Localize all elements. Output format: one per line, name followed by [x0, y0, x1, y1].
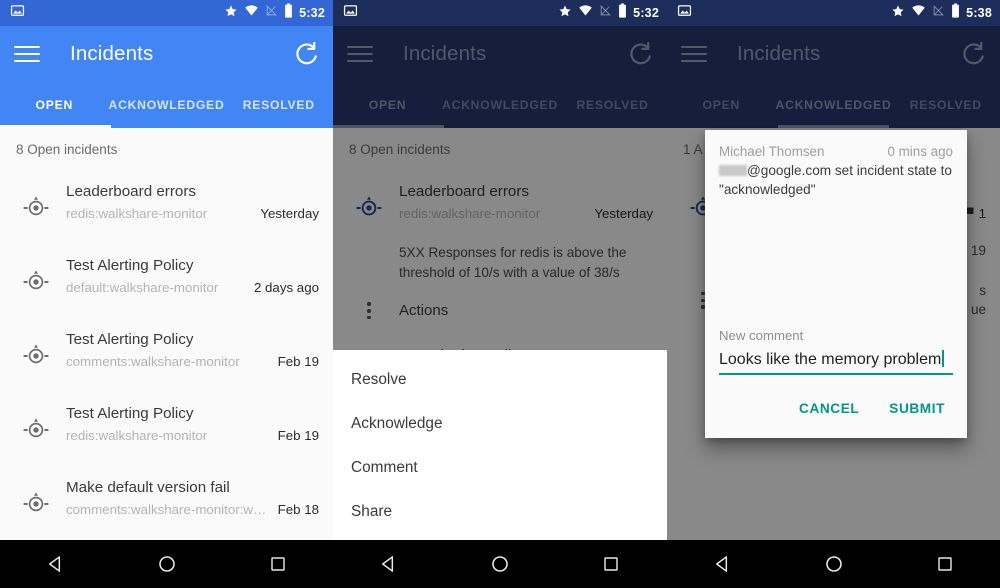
home-circle-icon[interactable]	[146, 543, 188, 585]
hamburger-icon[interactable]	[14, 44, 40, 64]
wifi-icon	[244, 4, 259, 22]
image-icon	[677, 3, 692, 23]
redacted-email-icon	[719, 165, 747, 176]
incident-title: Test Alerting Policy	[66, 405, 194, 422]
android-nav-bar	[333, 540, 667, 588]
clock: 5:38	[966, 5, 992, 20]
android-nav-bar	[0, 540, 333, 588]
incident-resource: redis:walkshare-monitor	[66, 427, 208, 443]
actions-bottom-sheet: Resolve Acknowledge Comment Share	[333, 350, 667, 540]
incident-title: Make default version fail	[66, 479, 230, 496]
new-comment-label: New comment	[719, 328, 804, 343]
incident-resource: redis:walkshare-monitor	[66, 205, 208, 221]
tab-bar: OPEN ACKNOWLEDGED RESOLVED	[0, 82, 333, 128]
incident-title: Test Alerting Policy	[66, 257, 194, 274]
incident-time: Feb 19	[277, 428, 319, 443]
incident-title: Leaderboard errors	[66, 183, 197, 200]
back-triangle-icon[interactable]	[35, 543, 77, 585]
recents-square-icon[interactable]	[257, 543, 299, 585]
back-triangle-icon[interactable]	[368, 543, 410, 585]
incident-resource: comments:walkshare-monitor:walk…	[66, 501, 272, 517]
incident-target-icon	[14, 260, 58, 304]
signal-off-icon	[265, 4, 278, 22]
panel-comment-dialog: 5:38 Incidents OPEN ACKNOWLEDGED RESOLVE…	[667, 0, 1000, 588]
app-bar: Incidents OPEN ACKNOWLEDGED RESOLVED	[0, 26, 333, 128]
signal-off-icon	[599, 4, 612, 22]
list-item[interactable]: Make default version fail comments:walks…	[0, 463, 333, 537]
comment-body-text: @google.com set incident state to "ackno…	[719, 163, 952, 198]
incident-resource: comments:walkshare-monitor	[66, 353, 240, 369]
sheet-item-share[interactable]: Share	[333, 490, 667, 534]
comment-timestamp: 0 mins ago	[887, 144, 953, 159]
cancel-button[interactable]: CANCEL	[789, 393, 869, 424]
new-comment-field-group: New comment Looks like the memory proble…	[705, 328, 967, 375]
home-circle-icon[interactable]	[479, 543, 521, 585]
image-icon	[343, 3, 358, 23]
new-comment-value: Looks like the memory problem	[719, 351, 942, 368]
list-item[interactable]: Leaderboard errors redis:walkshare-monit…	[0, 167, 333, 241]
star-icon	[891, 4, 905, 23]
incident-time: Feb 18	[277, 502, 319, 517]
list-subheader: 8 Open incidents	[16, 142, 118, 157]
recents-square-icon[interactable]	[590, 543, 632, 585]
clock: 5:32	[299, 5, 325, 20]
incident-target-icon	[14, 186, 58, 230]
tab-open[interactable]: OPEN	[0, 82, 109, 128]
battery-icon	[951, 3, 960, 23]
wifi-icon	[578, 4, 593, 22]
star-icon	[558, 4, 572, 23]
submit-button[interactable]: SUBMIT	[879, 393, 955, 424]
list-item[interactable]: Test Alerting Policy redis:walkshare-mon…	[0, 389, 333, 463]
sheet-item-comment[interactable]: Comment	[333, 446, 667, 490]
sheet-item-acknowledge[interactable]: Acknowledge	[333, 402, 667, 446]
incident-time: Yesterday	[260, 206, 319, 221]
list-item[interactable]: Test Alerting Policy default:walkshare-m…	[0, 241, 333, 315]
tab-indicator	[0, 125, 111, 128]
incident-target-icon	[14, 408, 58, 452]
page-title: Incidents	[70, 42, 154, 65]
battery-icon	[284, 3, 293, 23]
existing-comment: Michael Thomsen 0 mins ago @google.com s…	[705, 130, 967, 200]
list-item[interactable]: Test Alerting Policy comments:walkshare-…	[0, 315, 333, 389]
status-bar: 5:32	[0, 0, 333, 26]
star-icon	[224, 4, 238, 23]
incident-time: 2 days ago	[253, 280, 319, 295]
incident-list-container: 8 Open incidents Leaderboard errors redi…	[0, 128, 333, 588]
refresh-icon[interactable]	[293, 40, 321, 68]
signal-off-icon	[932, 4, 945, 22]
tab-acknowledged[interactable]: ACKNOWLEDGED	[109, 82, 225, 128]
incident-target-icon	[14, 482, 58, 526]
incident-target-icon	[14, 334, 58, 378]
battery-icon	[618, 3, 627, 23]
status-bar: 5:38	[667, 0, 1000, 26]
panel-open-incidents: 5:32 Incidents OPEN ACKNOWLEDGED RESOLVE…	[0, 0, 333, 588]
back-triangle-icon[interactable]	[702, 543, 744, 585]
new-comment-input[interactable]: Looks like the memory problem	[719, 350, 953, 375]
wifi-icon	[911, 4, 926, 22]
image-icon	[10, 3, 25, 23]
home-circle-icon[interactable]	[813, 543, 855, 585]
incident-title: Test Alerting Policy	[66, 331, 194, 348]
sheet-item-resolve[interactable]: Resolve	[333, 358, 667, 402]
incident-time: Feb 19	[277, 354, 319, 369]
dialog-actions: CANCEL SUBMIT	[705, 375, 967, 438]
three-panel-screenshot: 5:32 Incidents OPEN ACKNOWLEDGED RESOLVE…	[0, 0, 1000, 588]
comment-author: Michael Thomsen	[719, 144, 825, 159]
tab-resolved[interactable]: RESOLVED	[225, 82, 334, 128]
comment-dialog: Michael Thomsen 0 mins ago @google.com s…	[705, 130, 967, 438]
android-nav-bar	[667, 540, 1000, 588]
comment-body: @google.com set incident state to "ackno…	[719, 161, 953, 200]
clock: 5:32	[633, 5, 659, 20]
recents-square-icon[interactable]	[924, 543, 966, 585]
panel-bottom-sheet-actions: 5:32 Incidents OPEN ACKNOWLEDGED RESOLVE…	[333, 0, 667, 588]
incident-resource: default:walkshare-monitor	[66, 279, 219, 295]
text-caret	[942, 350, 944, 367]
status-bar: 5:32	[333, 0, 667, 26]
